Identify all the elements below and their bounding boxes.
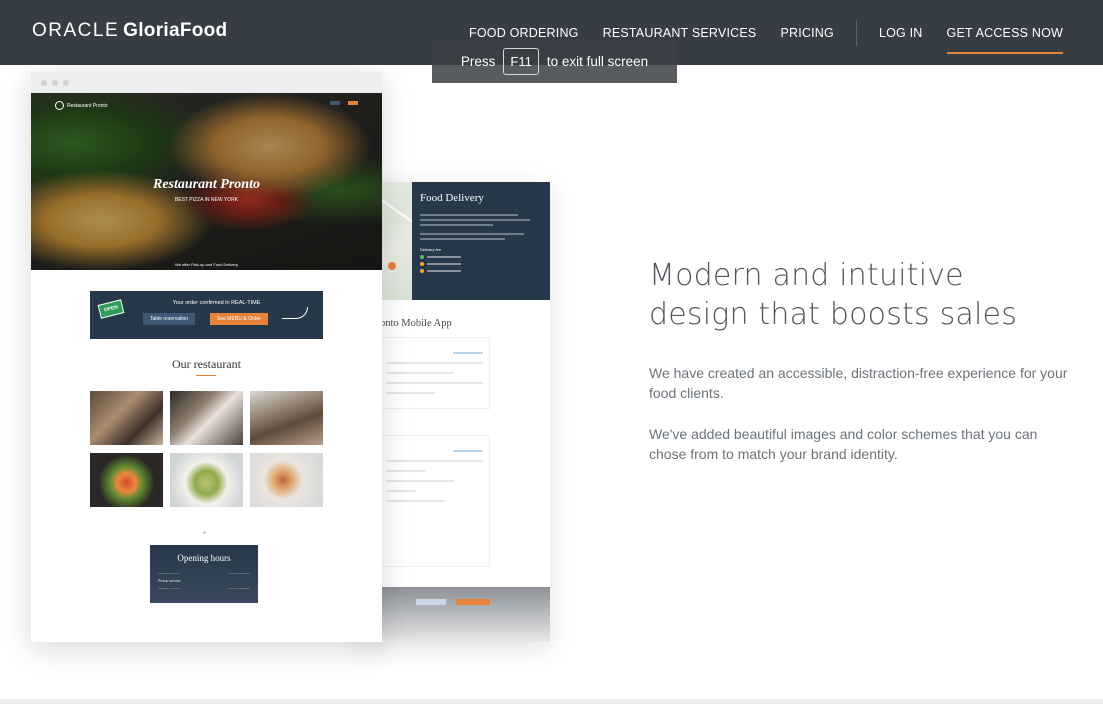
nav-log-in[interactable]: LOG IN bbox=[879, 26, 923, 40]
opening-hours-box: Opening hours ——— ——— ——— ——— Pickup serv… bbox=[150, 545, 258, 603]
mockup-form-card bbox=[380, 435, 490, 567]
our-restaurant-heading: Our restaurant bbox=[172, 357, 241, 371]
mobile-app-title: onto Mobile App bbox=[380, 318, 452, 329]
mockup-nav-button bbox=[348, 101, 358, 105]
oracle-gloriafood-logo[interactable]: ORACLE GloriaFood bbox=[32, 20, 227, 42]
order-confirmation-box: OPEN Your order confirmed in REAL-TIME T… bbox=[90, 291, 323, 339]
restaurant-gallery bbox=[90, 391, 323, 507]
gallery-photo bbox=[170, 453, 243, 507]
nav-restaurant-services[interactable]: RESTAURANT SERVICES bbox=[603, 26, 757, 40]
restaurant-website-mockup: Restaurant Pronto Restaurant Pronto BEST… bbox=[31, 72, 382, 642]
nav-pricing[interactable]: PRICING bbox=[780, 26, 834, 40]
arrow-icon bbox=[282, 307, 308, 319]
mockup-nav-button bbox=[330, 101, 340, 105]
fullscreen-exit-toast: Press F11 to exit full screen bbox=[432, 40, 677, 83]
browser-window-bar bbox=[31, 72, 382, 93]
gallery-photo bbox=[250, 453, 323, 507]
feature-paragraph-2: We've added beautiful images and color s… bbox=[649, 426, 1038, 462]
food-delivery-mockup: Food Delivery Delivery fee onto Mobile A… bbox=[360, 182, 550, 642]
table-reservation-button: Table reservation bbox=[143, 313, 196, 325]
feature-headline: Modern and intuitive design that boosts … bbox=[649, 258, 1018, 332]
logo-gloriafood: GloriaFood bbox=[123, 20, 228, 41]
pickup-service-label: Pickup service bbox=[158, 579, 181, 583]
food-delivery-panel: Food Delivery Delivery fee bbox=[412, 182, 550, 300]
feature-copy: Modern and intuitive design that boosts … bbox=[649, 256, 1069, 464]
window-dot bbox=[63, 79, 69, 86]
gallery-photo bbox=[90, 391, 163, 445]
order-confirm-text: Your order confirmed in REAL-TIME bbox=[172, 300, 261, 306]
toast-press-text: Press bbox=[460, 54, 496, 69]
mockup-footer bbox=[360, 587, 550, 642]
nav-divider bbox=[855, 19, 857, 46]
gallery-photo bbox=[250, 391, 323, 445]
f11-key: F11 bbox=[503, 48, 539, 75]
carousel-indicator: ● bbox=[203, 530, 207, 536]
mockup-form-card bbox=[380, 337, 490, 409]
gallery-photo bbox=[90, 453, 163, 507]
toast-message: to exit full screen bbox=[546, 54, 649, 69]
opening-hours-title: Opening hours bbox=[177, 553, 231, 563]
gallery-photo bbox=[170, 391, 243, 445]
section-divider bbox=[0, 699, 1103, 704]
window-dot bbox=[41, 79, 47, 86]
nav-food-ordering[interactable]: FOOD ORDERING bbox=[469, 26, 579, 40]
mockup-nav bbox=[306, 101, 358, 105]
get-access-now-link[interactable]: GET ACCESS NOW bbox=[946, 20, 1064, 54]
restaurant-logo: Restaurant Pronto bbox=[55, 101, 108, 110]
hero-subtitle: BEST PIZZA IN NEW YORK bbox=[174, 197, 239, 203]
hero-bottom-text: We offer Pick-up and Food Delivery bbox=[175, 262, 238, 267]
burger-hero-image: Restaurant Pronto Restaurant Pronto BEST… bbox=[31, 93, 382, 270]
hero-title: Restaurant Pronto bbox=[153, 177, 260, 192]
logo-oracle: ORACLE bbox=[32, 20, 120, 41]
delivery-fee-label: Delivery fee bbox=[420, 247, 442, 252]
window-dot bbox=[52, 79, 58, 86]
heading-underline bbox=[196, 375, 216, 376]
feature-paragraph-1: We have created an accessible, distracti… bbox=[649, 365, 1068, 401]
food-delivery-title: Food Delivery bbox=[420, 192, 484, 204]
see-menu-button: See MENU & Order bbox=[210, 313, 268, 325]
